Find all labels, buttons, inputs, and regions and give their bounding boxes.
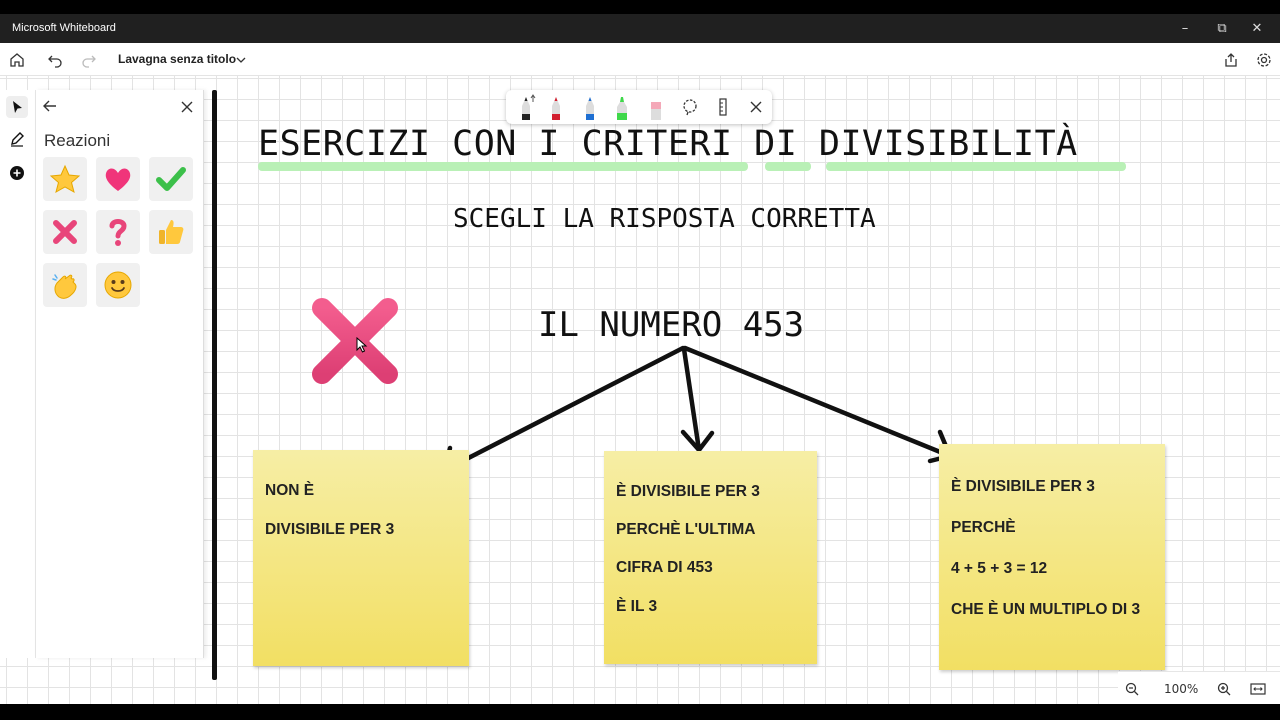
note-line: È DIVISIBILE PER 3 <box>616 483 760 500</box>
note-line: PERCHÈ L'ULTIMA <box>616 521 756 538</box>
sticky-note-answer-3[interactable]: È DIVISIBILE PER 3 PERCHÈ 4 + 5 + 3 = 12… <box>939 444 1165 670</box>
zoom-in-icon[interactable] <box>1214 679 1234 699</box>
zoom-bar: 100% <box>1118 671 1280 704</box>
zoom-out-icon[interactable] <box>1122 679 1142 699</box>
arrow-right[interactable] <box>682 345 953 459</box>
fit-to-screen-icon[interactable] <box>1248 679 1268 699</box>
zoom-level[interactable]: 100% <box>1164 682 1198 696</box>
note-line: 4 + 5 + 3 = 12 <box>951 560 1048 577</box>
note-line: CIFRA DI 453 <box>616 559 713 576</box>
note-line: CHE È UN MULTIPLO DI 3 <box>951 601 1141 618</box>
note-line: È DIVISIBILE PER 3 <box>951 478 1095 495</box>
sticky-note-answer-1[interactable]: NON È DIVISIBILE PER 3 <box>253 450 469 666</box>
sticky-note-answer-2[interactable]: È DIVISIBILE PER 3 PERCHÈ L'ULTIMA CIFRA… <box>604 451 817 664</box>
note-line: È IL 3 <box>616 598 658 615</box>
bottom-edge <box>0 704 1280 720</box>
note-line: DIVISIBILE PER 3 <box>265 521 395 538</box>
note-line: NON È <box>265 482 315 499</box>
note-line: PERCHÈ <box>951 519 1016 536</box>
